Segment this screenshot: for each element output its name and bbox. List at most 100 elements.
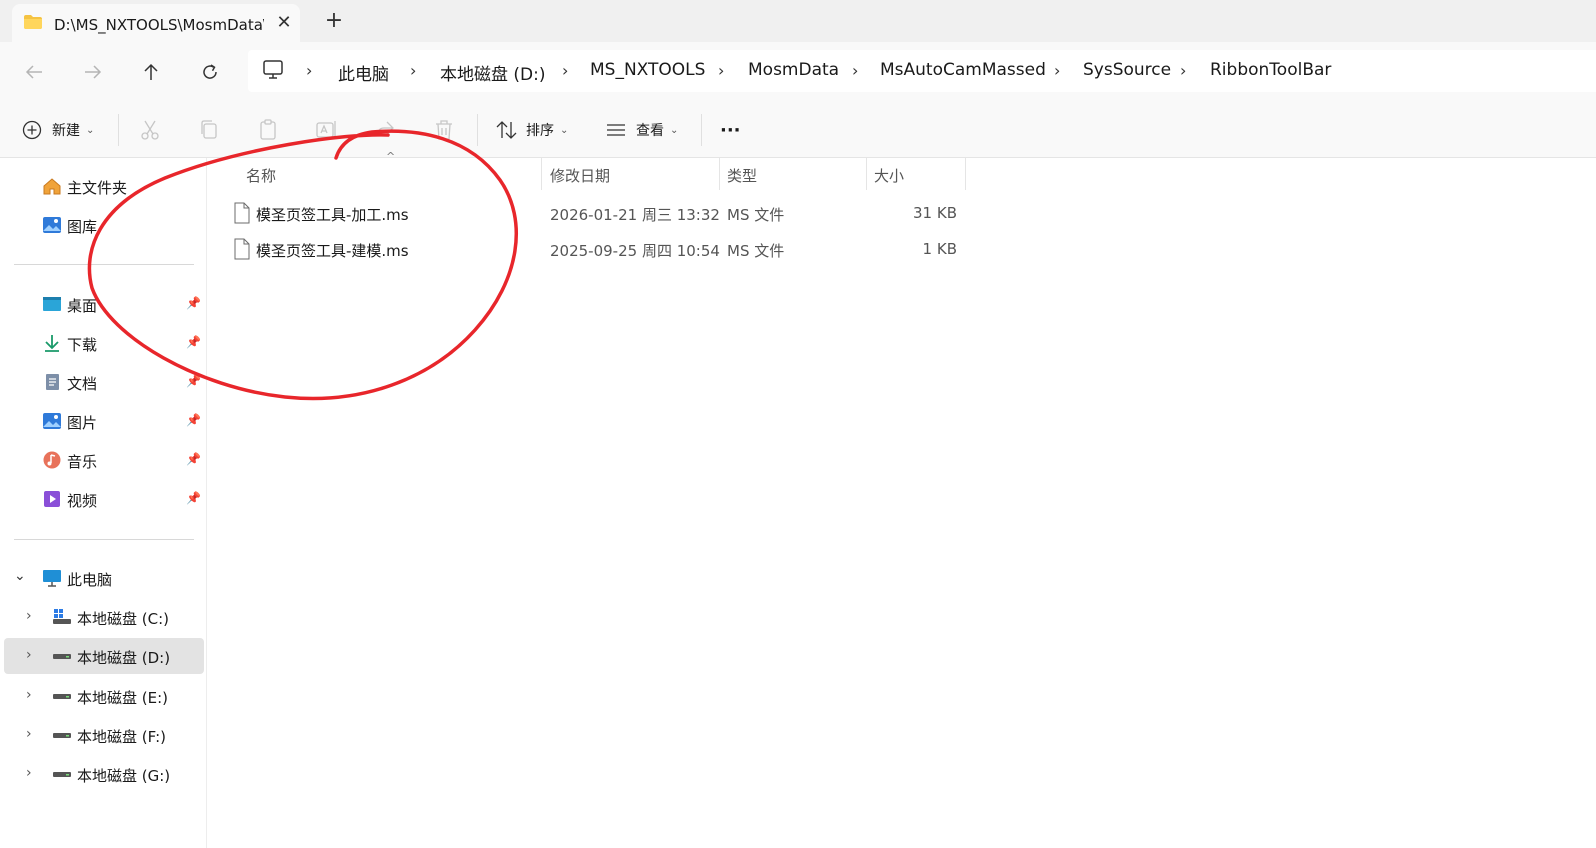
chevron-right-icon[interactable]: › xyxy=(718,61,724,80)
breadcrumb-syssource[interactable]: SysSource xyxy=(1083,60,1171,80)
navigation-pane: 主文件夹 图库 桌面 📌 下载 📌 文档 📌 图片 📌 音乐 📌 视频 📌 ⌄ … xyxy=(0,158,207,848)
breadcrumb-this-pc[interactable]: 此电脑 xyxy=(338,60,389,85)
file-row[interactable]: 模圣页签工具-建模.ms 2025-09-25 周四 10:54 MS 文件 1… xyxy=(222,231,967,267)
breadcrumb-mosmdata[interactable]: MosmData xyxy=(748,60,839,80)
sidebar-item-pictures[interactable]: 图片 📌 xyxy=(0,403,205,439)
plus-circle-icon xyxy=(22,120,42,140)
pin-icon[interactable]: 📌 xyxy=(186,491,201,505)
pin-icon[interactable]: 📌 xyxy=(186,335,201,349)
view-button[interactable]: 查看 ⌄ xyxy=(606,116,678,144)
drive-icon xyxy=(53,694,71,699)
chevron-right-icon[interactable]: › xyxy=(26,765,32,781)
file-date: 2025-09-25 周四 10:54 xyxy=(550,242,720,260)
column-divider[interactable] xyxy=(541,158,542,190)
file-type: MS 文件 xyxy=(727,242,785,260)
sidebar-item-drive-d[interactable]: › 本地磁盘 (D:) xyxy=(4,638,204,674)
address-bar[interactable]: › 此电脑 › 本地磁盘 (D:) › MS_NXTOOLS › MosmDat… xyxy=(248,50,1596,92)
sidebar-item-label: 下载 xyxy=(67,336,98,354)
pin-icon[interactable]: 📌 xyxy=(186,413,201,427)
chevron-down-icon[interactable]: ⌄ xyxy=(14,568,26,584)
up-icon[interactable] xyxy=(135,56,167,88)
chevron-right-icon[interactable]: › xyxy=(852,61,858,80)
pictures-icon xyxy=(43,413,61,429)
chevron-down-icon: ⌄ xyxy=(86,124,95,136)
column-divider[interactable] xyxy=(719,158,720,190)
sort-icon xyxy=(496,121,517,139)
sidebar-item-label: 主文件夹 xyxy=(67,179,128,197)
file-date: 2026-01-21 周三 13:32 xyxy=(550,206,720,224)
chevron-right-icon[interactable]: › xyxy=(26,687,32,703)
file-size: 31 KB xyxy=(913,204,957,222)
column-header-name[interactable]: 名称 xyxy=(240,158,540,192)
sidebar-item-label: 本地磁盘 (C:) xyxy=(77,610,169,628)
computer-icon xyxy=(43,570,61,587)
chevron-right-icon[interactable]: › xyxy=(1180,61,1186,80)
column-divider[interactable] xyxy=(965,158,966,190)
sidebar-item-label: 本地磁盘 (G:) xyxy=(77,767,171,785)
sidebar-item-drive-f[interactable]: › 本地磁盘 (F:) xyxy=(0,717,205,753)
home-icon xyxy=(43,178,61,195)
sidebar-item-label: 视频 xyxy=(67,492,98,510)
drive-icon xyxy=(53,733,71,738)
sidebar-item-label: 此电脑 xyxy=(67,571,113,589)
pin-icon[interactable]: 📌 xyxy=(186,452,201,466)
sidebar-item-drive-c[interactable]: › 本地磁盘 (C:) xyxy=(0,599,205,635)
sidebar-item-desktop[interactable]: 桌面 📌 xyxy=(0,286,205,322)
gallery-icon xyxy=(43,217,61,233)
forward-icon[interactable] xyxy=(77,56,109,88)
new-button[interactable]: 新建 ⌄ xyxy=(22,116,94,144)
column-divider[interactable] xyxy=(866,158,867,190)
sidebar-item-music[interactable]: 音乐 📌 xyxy=(0,442,205,478)
file-name: 模圣页签工具-加工.ms xyxy=(256,206,409,224)
music-icon xyxy=(43,451,61,469)
sidebar-item-videos[interactable]: 视频 📌 xyxy=(0,481,205,517)
refresh-icon[interactable] xyxy=(194,56,226,88)
more-options-icon[interactable]: ··· xyxy=(720,116,741,144)
chevron-right-icon[interactable]: › xyxy=(1054,61,1060,80)
sidebar-item-drive-e[interactable]: › 本地磁盘 (E:) xyxy=(0,678,205,714)
breadcrumb-drive-d[interactable]: 本地磁盘 (D:) xyxy=(440,60,546,85)
sidebar-divider xyxy=(14,539,194,540)
tab-title: D:\MS_NXTOOLS\MosmData\I xyxy=(54,16,264,34)
cut-icon[interactable] xyxy=(138,118,162,142)
sidebar-item-label: 本地磁盘 (E:) xyxy=(77,689,169,707)
share-icon[interactable] xyxy=(373,118,397,142)
chevron-down-icon: ⌄ xyxy=(560,124,569,136)
paste-icon[interactable] xyxy=(256,118,280,142)
back-icon[interactable] xyxy=(18,56,50,88)
file-icon xyxy=(234,202,250,224)
sidebar-item-label: 桌面 xyxy=(67,297,98,315)
column-header-type[interactable]: 类型 xyxy=(721,158,865,192)
pin-icon[interactable]: 📌 xyxy=(186,374,201,388)
sidebar-item-home[interactable]: 主文件夹 xyxy=(0,168,205,204)
chevron-down-icon: ⌄ xyxy=(670,124,679,136)
breadcrumb-ribbontoolbar[interactable]: RibbonToolBar xyxy=(1210,60,1331,80)
tab-current[interactable]: D:\MS_NXTOOLS\MosmData\I ✕ xyxy=(12,4,300,42)
chevron-right-icon[interactable]: › xyxy=(410,61,416,80)
sidebar-item-label: 本地磁盘 (F:) xyxy=(77,728,166,746)
column-header-date[interactable]: 修改日期 xyxy=(544,158,718,192)
sort-button[interactable]: 排序 ⌄ xyxy=(496,116,568,144)
chevron-right-icon[interactable]: › xyxy=(26,726,32,742)
breadcrumb-msautocammassed[interactable]: MsAutoCamMassed xyxy=(880,60,1046,80)
chevron-right-icon[interactable]: › xyxy=(26,647,32,663)
rename-icon[interactable] xyxy=(314,118,338,142)
chevron-right-icon[interactable]: › xyxy=(306,61,312,80)
delete-icon[interactable] xyxy=(432,118,456,142)
chevron-right-icon[interactable]: › xyxy=(562,61,568,80)
copy-icon[interactable] xyxy=(197,118,221,142)
sidebar-item-documents[interactable]: 文档 📌 xyxy=(0,364,205,400)
file-row[interactable]: 模圣页签工具-加工.ms 2026-01-21 周三 13:32 MS 文件 3… xyxy=(222,195,967,231)
sidebar-item-this-pc[interactable]: ⌄ 此电脑 xyxy=(0,560,205,596)
sidebar-item-gallery[interactable]: 图库 xyxy=(0,207,205,243)
breadcrumb-ms-nxtools[interactable]: MS_NXTOOLS xyxy=(590,60,705,80)
toolbar-divider xyxy=(118,114,119,146)
column-header-size[interactable]: 大小 xyxy=(868,158,964,192)
sidebar-item-downloads[interactable]: 下载 📌 xyxy=(0,325,205,361)
new-tab-icon[interactable]: + xyxy=(322,9,346,33)
pin-icon[interactable]: 📌 xyxy=(186,296,201,310)
toolbar-divider xyxy=(701,114,702,146)
chevron-right-icon[interactable]: › xyxy=(26,608,32,624)
close-tab-icon[interactable]: ✕ xyxy=(274,13,294,33)
sidebar-item-drive-g[interactable]: › 本地磁盘 (G:) xyxy=(0,756,205,792)
